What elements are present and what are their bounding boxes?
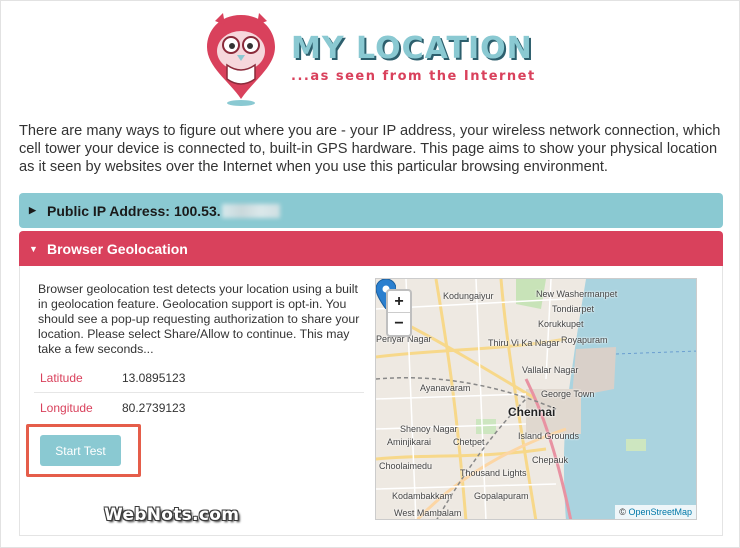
latitude-row: Latitude 13.0895123	[34, 363, 364, 393]
zoom-out-button[interactable]: −	[388, 313, 410, 335]
public-ip-label: Public IP Address:	[47, 202, 170, 219]
public-ip-value: 100.53.	[173, 202, 221, 219]
map-label: Chetpet	[453, 437, 485, 447]
zoom-in-button[interactable]: +	[388, 291, 410, 313]
caret-down-icon: ▼	[29, 243, 38, 254]
map-label: Thiru Vi Ka Nagar	[488, 338, 560, 348]
browser-geolocation-label: Browser Geolocation	[47, 240, 188, 257]
map-label: New Washermanpet	[536, 289, 618, 299]
map-label: Thousand Lights	[460, 468, 527, 478]
map-attribution: © OpenStreetMap	[615, 505, 696, 519]
map-label: Choolaimedu	[379, 461, 433, 471]
copyright-symbol: ©	[619, 507, 626, 517]
openstreetmap-link[interactable]: OpenStreetMap	[628, 507, 692, 517]
map-label: Tondiarpet	[552, 304, 595, 314]
map-label: Korukkupet	[538, 319, 584, 329]
map-zoom-control: + −	[386, 289, 412, 337]
map-label: Royapuram	[561, 335, 608, 345]
ip-redaction-blur	[221, 203, 280, 218]
browser-geolocation-panel-header[interactable]: ▼ Browser Geolocation	[19, 231, 723, 266]
site-title: MY LOCATION	[291, 31, 533, 66]
browser-geolocation-panel-body: Browser geolocation test detects your lo…	[19, 266, 723, 536]
site-subtitle: ...as seen from the Internet	[291, 69, 536, 84]
map-label: West Mambalam	[394, 508, 462, 518]
map-label: Aminjikarai	[387, 437, 432, 447]
map-label: Ayanavaram	[420, 383, 471, 393]
webnots-watermark: WebNots.com	[104, 505, 240, 525]
longitude-label: Longitude	[40, 401, 93, 415]
intro-paragraph: There are many ways to figure out where …	[19, 123, 721, 175]
map-label: George Town	[541, 389, 595, 399]
map-label: Gopalapuram	[474, 491, 529, 501]
latitude-label: Latitude	[40, 370, 83, 385]
map-label: Shenoy Nagar	[400, 424, 458, 434]
map-label: Island Grounds	[518, 431, 580, 441]
owl-pin-logo-icon	[207, 13, 275, 106]
location-map[interactable]: Kodungaiyur New Washermanpet Tondiarpet …	[375, 278, 697, 520]
map-label: Vallalar Nagar	[522, 365, 579, 375]
geolocation-description: Browser geolocation test detects your lo…	[38, 282, 360, 356]
map-label: Kodungaiyur	[443, 291, 494, 301]
map-label: Kodambakkam	[392, 491, 453, 501]
map-tiles	[376, 279, 696, 519]
coordinates-table: Latitude 13.0895123 Longitude 80.2739123	[34, 363, 364, 423]
public-ip-panel-header[interactable]: ▶ Public IP Address: 100.53.	[19, 193, 723, 228]
longitude-row: Longitude 80.2739123	[34, 393, 364, 423]
caret-right-icon: ▶	[29, 205, 36, 215]
site-header: MY LOCATION ...as seen from the Internet	[1, 1, 740, 111]
start-test-button[interactable]: Start Test	[40, 435, 121, 466]
latitude-value: 13.0895123	[122, 370, 186, 385]
longitude-value: 80.2739123	[122, 401, 186, 415]
map-label: Chepauk	[532, 455, 569, 465]
map-city-label: Chennai	[508, 405, 556, 419]
